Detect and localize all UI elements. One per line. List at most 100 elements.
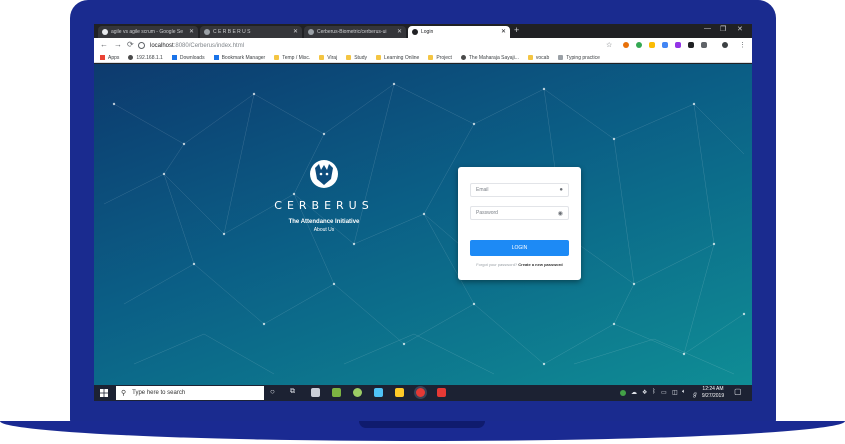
tab-label: Login (421, 29, 434, 35)
bookmark-label: Downloads (179, 54, 205, 61)
extension-icon[interactable] (649, 42, 655, 48)
email-placeholder: Email (476, 187, 489, 193)
browser-toolbar: ← → ⟳ localhost:8080/Cerberus/index.html… (94, 38, 752, 53)
forward-button[interactable]: → (114, 40, 122, 49)
bookmark-label: The Maharaja Sayaji... (468, 54, 519, 61)
windows-start-icon[interactable] (100, 389, 108, 397)
extension-icon[interactable] (701, 42, 707, 48)
chrome-icon[interactable] (416, 388, 425, 397)
dropbox-icon[interactable]: ❖ (642, 389, 647, 396)
bookmark-folder-viraj[interactable]: Viraj (319, 55, 337, 61)
google-icon (102, 29, 108, 35)
bookmark-label: Apps (108, 54, 120, 61)
login-card: Email ● Password ◉ LOGIN Forgot your pas… (458, 167, 581, 280)
language-icon[interactable]: ℊ (692, 389, 698, 398)
taskbar-app-icon[interactable] (353, 388, 362, 397)
bookmark-label: Bookmark Manager (221, 54, 266, 61)
close-icon[interactable]: ✕ (293, 28, 298, 35)
taskbar-app-icon[interactable] (374, 388, 383, 397)
folder-icon (274, 55, 280, 60)
minimize-button[interactable]: — (704, 25, 711, 32)
download-icon (171, 55, 177, 60)
cerberus-logo-icon (310, 160, 338, 188)
profile-icon[interactable] (722, 42, 728, 48)
extension-icon[interactable] (688, 42, 694, 48)
login-button[interactable]: LOGIN (470, 240, 569, 256)
bookmark-router[interactable]: 192.168.1.1 (128, 54, 163, 61)
back-button[interactable]: ← (100, 40, 108, 49)
bookmark-label: Typing practice (566, 54, 600, 61)
bookmark-folder-temp[interactable]: Temp / Misc. (274, 55, 310, 61)
close-icon[interactable]: ✕ (189, 28, 194, 35)
user-icon: ● (559, 187, 563, 193)
cloud-icon[interactable]: ☁ (631, 389, 637, 396)
clock-time: 12:24 AM (702, 386, 724, 392)
bookmark-label: 192.168.1.1 (136, 54, 163, 61)
taskbar-app-icon[interactable] (311, 388, 320, 397)
network-icon[interactable]: ◫ (672, 389, 678, 396)
info-icon[interactable] (138, 42, 145, 49)
new-tab-button[interactable]: + (514, 25, 519, 35)
taskbar-clock[interactable]: 12:24 AM 9/27/2019 (700, 386, 726, 400)
tab-google-search[interactable]: agile vs agile scrum - Google Se ✕ (98, 26, 198, 38)
bookmark-typing[interactable]: Typing practice (558, 55, 600, 61)
bookmark-manager[interactable]: Bookmark Manager (213, 54, 266, 61)
bookmark-apps[interactable]: Apps (100, 55, 119, 61)
home-icon (412, 29, 418, 35)
close-icon[interactable]: ✕ (501, 28, 506, 35)
extension-icon[interactable] (662, 42, 668, 48)
bookmark-folder-learning[interactable]: Learning Online (376, 55, 419, 61)
extension-icon[interactable] (675, 42, 681, 48)
task-view-icon[interactable]: ⧉ (290, 388, 295, 396)
url-path: :8080/Cerberus/index.html (173, 42, 245, 49)
page-icon (558, 55, 564, 60)
browser-tabstrip: agile vs agile scrum - Google Se ✕ C E R… (94, 24, 752, 38)
extension-icon[interactable] (623, 42, 629, 48)
battery-icon[interactable]: ▭ (661, 389, 667, 396)
reload-button[interactable]: ⟳ (127, 40, 134, 49)
create-password-link[interactable]: Create a new password (518, 262, 562, 267)
eye-icon[interactable]: ◉ (558, 210, 563, 217)
about-us-link[interactable]: About Us (244, 227, 404, 233)
tab-cerberus[interactable]: C E R B E R U S ✕ (200, 26, 302, 38)
search-icon: ⚲ (121, 390, 127, 397)
bookmark-label: Viraj (327, 54, 338, 61)
windows-taskbar: ⚲ Type here to search ○ ⧉ ☁ ❖ ᛒ ▭ ◫ 🔈︎ ℊ… (94, 385, 752, 401)
bookmark-folder-vocab[interactable]: vocab (527, 54, 550, 61)
bookmark-folder-project[interactable]: Project (428, 55, 452, 61)
volume-icon[interactable]: 🔈︎ (682, 389, 686, 396)
file-explorer-icon[interactable] (395, 388, 404, 397)
window-close-button[interactable]: ✕ (737, 25, 743, 33)
address-bar[interactable]: localhost:8080/Cerberus/index.html (138, 40, 638, 51)
password-placeholder: Password (476, 210, 498, 216)
bookmark-label: Learning Online (384, 54, 420, 61)
close-icon[interactable]: ✕ (397, 28, 402, 35)
taskbar-search-box[interactable]: ⚲ Type here to search (116, 386, 264, 400)
extension-icon[interactable] (636, 42, 642, 48)
tab-github-repo[interactable]: Cerberus-Biometric/cerberus-ui ✕ (304, 26, 406, 38)
bookmark-label: Study (354, 54, 367, 61)
bookmark-label: Project (436, 54, 452, 61)
taskbar-app-icon[interactable] (332, 388, 341, 397)
globe-icon (128, 55, 134, 60)
bookmark-downloads[interactable]: Downloads (171, 54, 205, 61)
maximize-button[interactable]: ❐ (720, 25, 726, 33)
email-field[interactable]: Email ● (470, 183, 569, 197)
laptop-base-notch (359, 421, 485, 428)
bookmark-folder-study[interactable]: Study (346, 55, 367, 61)
github-icon (308, 29, 314, 35)
login-page: CERBERUS The Attendance Initiative About… (94, 64, 752, 385)
screen: agile vs agile scrum - Google Se ✕ C E R… (94, 24, 752, 401)
bookmark-label: vocab (535, 54, 550, 61)
cortana-icon[interactable]: ○ (270, 387, 275, 396)
forgot-password-text: Forgot your password? (476, 262, 518, 267)
tray-app-icon[interactable] (620, 390, 626, 396)
notification-icon[interactable]: ▢ (734, 387, 742, 396)
tab-login[interactable]: Login ✕ (408, 26, 510, 38)
taskbar-app-icon[interactable] (437, 388, 446, 397)
bluetooth-icon[interactable]: ᛒ (652, 389, 656, 395)
menu-icon[interactable]: ⋮ (739, 41, 746, 49)
password-field[interactable]: Password ◉ (470, 206, 569, 220)
bookmark-msu[interactable]: The Maharaja Sayaji... (460, 54, 519, 61)
bookmark-star-icon[interactable]: ☆ (606, 41, 612, 49)
